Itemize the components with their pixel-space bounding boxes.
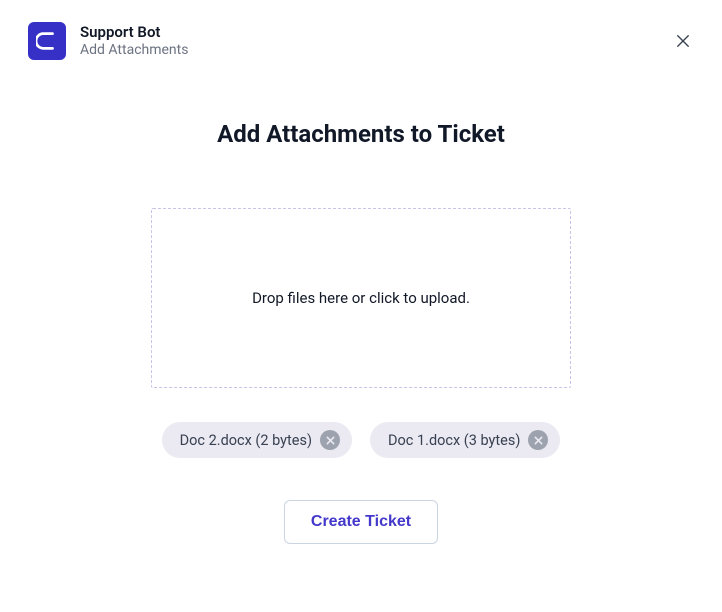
- remove-icon: [325, 435, 336, 446]
- header-subtitle: Add Attachments: [80, 42, 188, 60]
- support-bot-icon: [36, 30, 58, 52]
- attachment-label: Doc 1.docx (3 bytes): [388, 432, 520, 449]
- dialog-header: Support Bot Add Attachments: [0, 0, 722, 70]
- attachment-chip: Doc 2.docx (2 bytes): [162, 422, 352, 458]
- header-title: Support Bot: [80, 23, 188, 42]
- remove-attachment-button[interactable]: [320, 430, 340, 450]
- header-left: Support Bot Add Attachments: [28, 22, 188, 60]
- main-content: Add Attachments to Ticket Drop files her…: [0, 70, 722, 544]
- attachment-chip: Doc 1.docx (3 bytes): [370, 422, 560, 458]
- dropzone-text: Drop files here or click to upload.: [252, 289, 470, 307]
- header-titles: Support Bot Add Attachments: [80, 23, 188, 59]
- attachment-chips: Doc 2.docx (2 bytes) Doc 1.docx (3 bytes…: [80, 422, 642, 458]
- create-ticket-button[interactable]: Create Ticket: [284, 500, 438, 544]
- file-dropzone[interactable]: Drop files here or click to upload.: [151, 208, 571, 388]
- page-title: Add Attachments to Ticket: [80, 120, 642, 148]
- app-icon: [28, 22, 66, 60]
- attachment-label: Doc 2.docx (2 bytes): [180, 432, 312, 449]
- remove-icon: [533, 435, 544, 446]
- close-icon: [674, 32, 692, 50]
- close-button[interactable]: [670, 28, 696, 54]
- remove-attachment-button[interactable]: [528, 430, 548, 450]
